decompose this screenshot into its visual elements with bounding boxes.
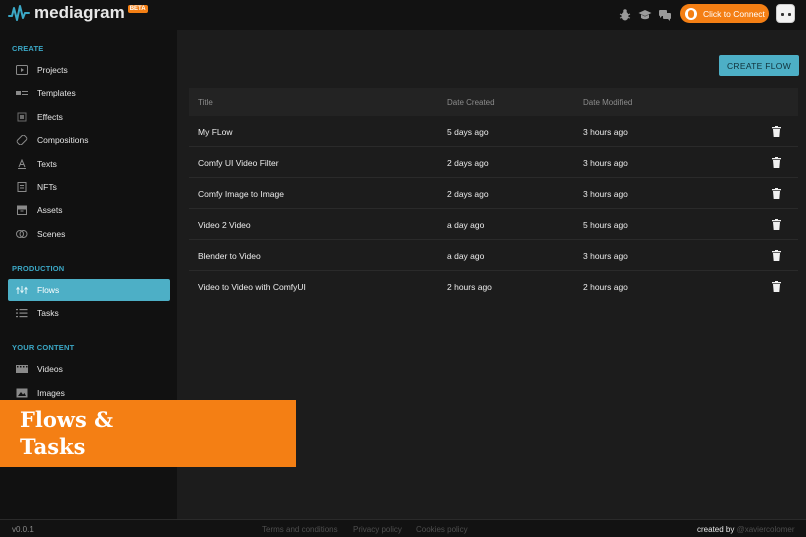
- sidebar-item-label: Flows: [37, 285, 60, 295]
- image-icon: [16, 388, 28, 398]
- sidebar-item-projects[interactable]: Projects: [8, 59, 170, 81]
- sidebar-item-label: Videos: [37, 364, 63, 374]
- sidebar-item-label: Images: [37, 388, 65, 398]
- sidebar-item-label: Tasks: [37, 308, 59, 318]
- app-name: mediagram: [34, 3, 125, 22]
- table-header: Title Date Created Date Modified: [189, 88, 798, 116]
- sidebar-item-label: NFTs: [37, 182, 57, 192]
- graduation-cap-icon[interactable]: [638, 8, 652, 22]
- nft-icon: [16, 182, 28, 192]
- column-header-date-created[interactable]: Date Created: [447, 98, 495, 107]
- table-row[interactable]: Video to Video with ComfyUI 2 hours ago …: [189, 271, 798, 302]
- banner-line-2: Tasks: [20, 434, 86, 459]
- sidebar-item-label: Projects: [37, 65, 68, 75]
- sidebar-item-assets[interactable]: Assets: [8, 199, 170, 221]
- cookies-link[interactable]: Cookies policy: [416, 525, 468, 534]
- tasks-icon: [16, 308, 28, 318]
- row-date-created: 2 days ago: [447, 157, 489, 168]
- sidebar-item-label: Texts: [37, 159, 57, 169]
- trash-icon[interactable]: [772, 250, 781, 261]
- video-icon: [16, 364, 28, 374]
- sidebar-item-label: Compositions: [37, 135, 89, 145]
- row-date-modified: 3 hours ago: [583, 188, 628, 199]
- terms-link[interactable]: Terms and conditions: [262, 525, 338, 534]
- table-row[interactable]: My FLow 5 days ago 3 hours ago: [189, 116, 798, 147]
- feature-banner: Flows & Tasks: [0, 400, 296, 467]
- trash-icon[interactable]: [772, 157, 781, 168]
- waveform-logo-icon: [8, 5, 30, 21]
- sidebar-item-label: Templates: [37, 88, 76, 98]
- credit-label: created by: [697, 525, 735, 534]
- sidebar-item-templates[interactable]: Templates: [8, 82, 170, 104]
- app-root: mediagram BETA Click to Connect CREATE P…: [0, 0, 806, 537]
- sidebar-item-label: Effects: [37, 112, 63, 122]
- assets-icon: [16, 205, 28, 215]
- banner-line-1: Flows &: [20, 407, 114, 432]
- row-date-created: 2 days ago: [447, 188, 489, 199]
- scenes-icon: [16, 229, 28, 239]
- sidebar-item-flows[interactable]: Flows: [8, 279, 170, 301]
- avatar[interactable]: [776, 4, 795, 23]
- effects-icon: [16, 112, 28, 122]
- flows-table: Title Date Created Date Modified My FLow…: [189, 88, 798, 302]
- row-title[interactable]: Comfy UI Video Filter: [198, 147, 279, 178]
- compositions-icon: [16, 135, 28, 145]
- row-date-modified: 2 hours ago: [583, 281, 628, 292]
- text-icon: [16, 159, 28, 169]
- section-label-your-content: YOUR CONTENT: [12, 343, 75, 352]
- row-date-created: 2 hours ago: [447, 281, 492, 292]
- row-title[interactable]: Comfy Image to Image: [198, 178, 284, 209]
- row-date-modified: 5 hours ago: [583, 219, 628, 230]
- sidebar-item-nfts[interactable]: NFTs: [8, 176, 170, 198]
- chat-icon[interactable]: [658, 8, 672, 22]
- row-title[interactable]: Blender to Video: [198, 240, 261, 271]
- sidebar-item-texts[interactable]: Texts: [8, 153, 170, 175]
- play-screen-icon: [16, 65, 28, 75]
- connect-icon: [685, 7, 697, 20]
- trash-icon[interactable]: [772, 281, 781, 292]
- version-label: v0.0.1: [12, 525, 34, 534]
- sidebar-item-effects[interactable]: Effects: [8, 106, 170, 128]
- create-flow-button[interactable]: CREATE FLOW: [719, 55, 799, 76]
- section-label-create: CREATE: [12, 44, 44, 53]
- row-date-created: a day ago: [447, 219, 485, 230]
- section-label-production: PRODUCTION: [12, 264, 65, 273]
- sidebar-item-label: Scenes: [37, 229, 66, 239]
- row-date-created: 5 days ago: [447, 126, 489, 137]
- connect-label: Click to Connect: [703, 8, 765, 19]
- column-header-title[interactable]: Title: [198, 98, 213, 107]
- template-icon: [16, 88, 28, 98]
- sidebar-item-scenes[interactable]: Scenes: [8, 223, 170, 245]
- bug-icon[interactable]: [618, 8, 632, 22]
- footer: v0.0.1 Terms and conditions Privacy poli…: [0, 519, 806, 537]
- sidebar-item-compositions[interactable]: Compositions: [8, 129, 170, 151]
- author-link[interactable]: @xaviercolomer: [737, 525, 795, 534]
- trash-icon[interactable]: [772, 219, 781, 230]
- row-title[interactable]: Video 2 Video: [198, 209, 251, 240]
- top-bar: mediagram BETA Click to Connect: [0, 0, 806, 30]
- table-row[interactable]: Comfy Image to Image 2 days ago 3 hours …: [189, 178, 798, 209]
- column-header-date-modified[interactable]: Date Modified: [583, 98, 632, 107]
- flows-icon: [16, 285, 28, 295]
- beta-badge: BETA: [127, 5, 148, 13]
- row-date-modified: 3 hours ago: [583, 250, 628, 261]
- row-date-modified: 3 hours ago: [583, 126, 628, 137]
- table-row[interactable]: Blender to Video a day ago 3 hours ago: [189, 240, 798, 271]
- connect-button[interactable]: Click to Connect: [680, 4, 769, 23]
- logo[interactable]: mediagram BETA: [8, 3, 148, 23]
- privacy-link[interactable]: Privacy policy: [353, 525, 402, 534]
- sidebar-item-videos[interactable]: Videos: [8, 358, 170, 380]
- trash-icon[interactable]: [772, 188, 781, 199]
- table-row[interactable]: Comfy UI Video Filter 2 days ago 3 hours…: [189, 147, 798, 178]
- table-row[interactable]: Video 2 Video a day ago 5 hours ago: [189, 209, 798, 240]
- trash-icon[interactable]: [772, 126, 781, 137]
- row-title[interactable]: My FLow: [198, 116, 232, 147]
- row-title[interactable]: Video to Video with ComfyUI: [198, 271, 306, 302]
- row-date-created: a day ago: [447, 250, 485, 261]
- sidebar-item-tasks[interactable]: Tasks: [8, 302, 170, 324]
- credit: created by @xaviercolomer: [697, 525, 795, 534]
- row-date-modified: 3 hours ago: [583, 157, 628, 168]
- sidebar-item-label: Assets: [37, 205, 63, 215]
